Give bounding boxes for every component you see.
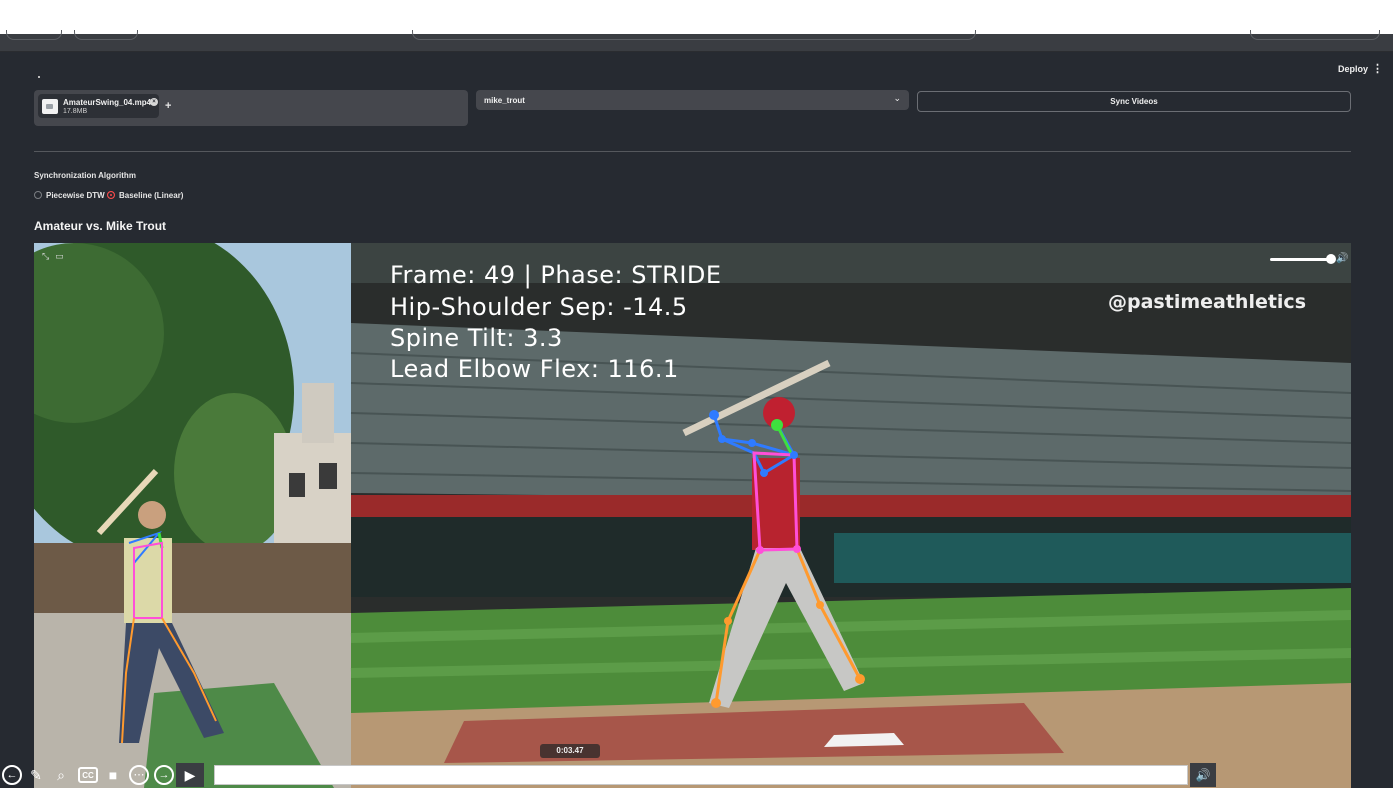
fullscreen-icon[interactable]: ⤡ [42,251,49,262]
file-uploader[interactable]: AmateurSwing_04.mp4 17.8MB × + [34,90,468,126]
window-top-bar [0,0,1400,34]
deploy-button[interactable]: Deploy [1338,64,1368,74]
fence [34,543,351,613]
pen-icon[interactable]: ✎ [26,765,46,785]
algorithm-label: Synchronization Algorithm [34,171,136,180]
camera-icon[interactable]: ■ [103,765,123,785]
overlay-hip-shoulder: Hip-Shoulder Sep: -14.5 [390,293,688,321]
forward-icon[interactable]: → [154,765,174,785]
time-tooltip: 0:03.47 [540,744,600,758]
window-edge [1393,34,1400,788]
radio-circle-selected[interactable] [107,191,115,199]
close-icon[interactable]: × [150,98,158,106]
speaker-icon[interactable]: 🔊 [1336,253,1348,264]
window [319,463,337,489]
divider [34,151,1351,152]
browser-tab-pill[interactable] [6,30,62,40]
radio-piecewise-dtw[interactable]: Piecewise DTW [34,190,105,200]
chevron-down-icon: ⌄ [893,93,901,103]
kebab-icon[interactable]: ⋮ [1372,62,1383,75]
radio-baseline-linear[interactable]: Baseline (Linear) [107,190,183,200]
outfield-wall-banner [351,495,1351,517]
streamlit-app: Deploy ⋮ AmateurSwing_04.mp4 17.8MB × + … [0,52,1393,788]
radio-circle[interactable] [34,191,42,199]
file-name: AmateurSwing_04.mp4 [63,98,152,107]
file-icon [42,99,58,114]
overlay-spine-tilt: Spine Tilt: 3.3 [390,324,563,352]
corner-controls: ⤡ ▭ [42,251,64,262]
radio-label: Baseline (Linear) [119,190,184,200]
more-icon[interactable]: ⋯ [129,765,149,785]
pip-icon[interactable]: ▭ [55,251,64,262]
add-file-button[interactable]: + [165,100,171,112]
search-icon[interactable]: ⌕ [51,765,71,785]
overlay-elbow-flex: Lead Elbow Flex: 116.1 [390,355,679,383]
watermark: @pastimeathletics [1108,291,1307,313]
comparison-title: Amateur vs. Mike Trout [34,219,167,233]
dugout-rail [834,533,1351,583]
seek-bar[interactable] [214,765,1188,785]
video-player[interactable]: ⤡ ▭ 🔊 Frame: 49 | Phase: STRIDE Hip-Shou… [34,243,1351,788]
back-icon[interactable]: ← [2,765,22,785]
volume-track[interactable] [1270,258,1332,261]
select-value: mike_trout [484,96,525,105]
pose-head-joint [771,419,783,431]
pro-player-select[interactable]: mike_trout ⌄ [476,90,909,110]
window [289,473,305,497]
radio-label: Piecewise DTW [46,190,105,200]
decorative-dot [38,76,40,78]
home-plate [824,733,904,747]
uploaded-file-chip: AmateurSwing_04.mp4 17.8MB × [38,94,159,118]
chimney [302,383,334,443]
play-button[interactable]: ▶ [176,763,204,787]
browser-toolbar [0,30,1393,52]
volume-knob[interactable] [1326,254,1336,264]
volume-slider[interactable]: 🔊 [1270,253,1348,265]
browser-actions[interactable] [1250,30,1380,40]
mute-icon[interactable]: 🔊 [1190,763,1216,787]
sync-videos-button[interactable]: Sync Videos [917,91,1351,112]
amateur-head [138,501,166,529]
video-frame [34,243,1351,788]
browser-tab-pill[interactable] [74,30,138,40]
file-size: 17.8MB [63,108,88,115]
overlay-frame-phase: Frame: 49 | Phase: STRIDE [390,261,722,289]
player-control-bar: ← ✎ ⌕ CC ■ ⋯ → ▶ 🔊 [0,762,1218,788]
address-bar[interactable] [412,30,976,40]
amateur-shirt [124,538,172,623]
cc-icon[interactable]: CC [78,767,98,783]
